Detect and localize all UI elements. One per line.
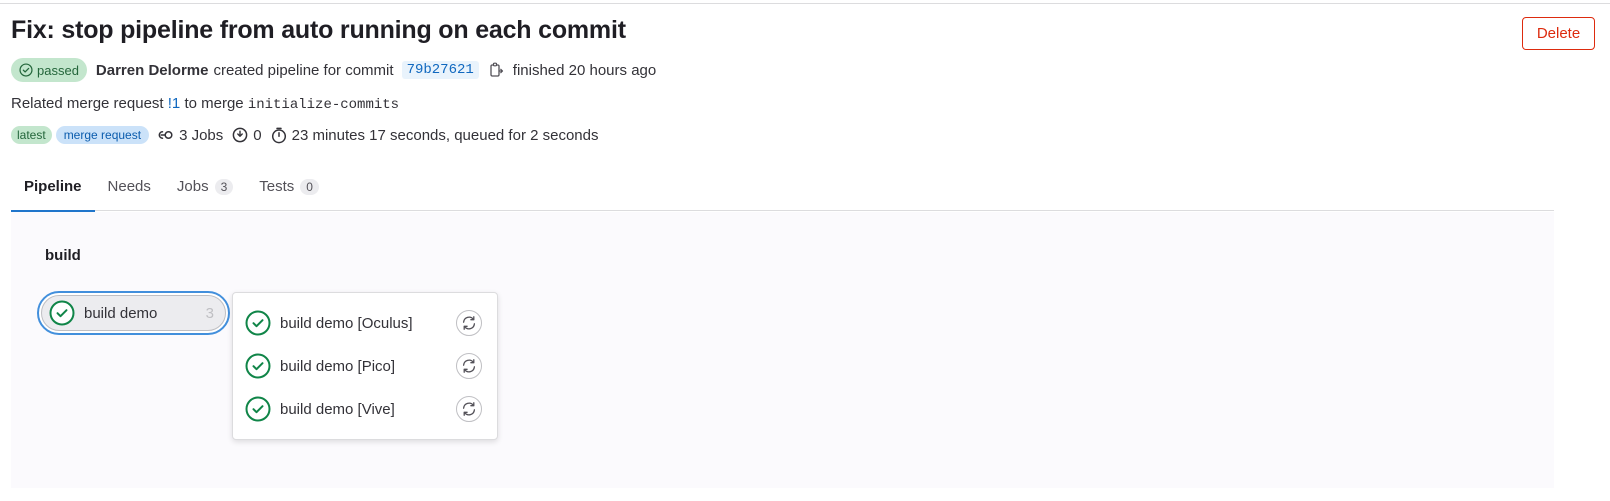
tab-label: Needs [107, 178, 151, 195]
page-title: Fix: stop pipeline from auto running on … [11, 16, 626, 44]
stage-title: build [45, 247, 81, 264]
tab-label: Tests [259, 178, 295, 195]
related-mid-text: to merge [184, 95, 244, 112]
job-group-pill: build demo 3 [41, 295, 226, 331]
job-group-label: build demo [84, 304, 158, 322]
retry-button[interactable] [456, 396, 482, 422]
copy-icon [490, 62, 504, 77]
commit-sha-link[interactable]: 79b27621 [401, 61, 479, 79]
status-badge[interactable]: passed [11, 58, 87, 82]
delete-button[interactable]: Delete [1522, 17, 1595, 50]
related-prefix: Related merge request [11, 95, 164, 112]
retry-button[interactable] [456, 310, 482, 336]
related-merge-request: Related merge request !1 to merge initia… [11, 95, 399, 113]
tab-label: Pipeline [24, 178, 82, 195]
job-group-button[interactable]: build demo 3 [37, 291, 230, 335]
job-name: build demo [Vive] [280, 400, 395, 418]
tab-label: Jobs [176, 178, 209, 195]
job-name: build demo [Oculus] [280, 314, 413, 332]
warnings-count: 0 [232, 126, 262, 144]
status-success-icon [245, 310, 271, 336]
pipeline-info: latest merge request 3 Jobs 0 23 minutes… [11, 124, 607, 146]
retry-icon [462, 402, 476, 416]
pipeline-icon [158, 130, 173, 140]
copy-sha-button[interactable] [487, 60, 507, 80]
retry-icon [462, 316, 476, 330]
tab-needs[interactable]: Needs [95, 162, 164, 211]
action-text: created pipeline for commit [213, 61, 394, 79]
status-success-icon [49, 300, 75, 326]
check-circle-icon [19, 63, 33, 77]
job-item-vive[interactable]: build demo [Vive] [245, 395, 485, 423]
job-name: build demo [Pico] [280, 357, 396, 375]
tab-pipeline[interactable]: Pipeline [11, 162, 95, 212]
pipeline-meta: passed Darren Delorme created pipeline f… [11, 58, 656, 82]
pipeline-tabs: Pipeline Needs Jobs 3 Tests 0 [11, 162, 1554, 212]
merge-request-badge: merge request [55, 126, 150, 144]
duration-text: 23 minutes 17 seconds, queued for 2 seco… [291, 126, 599, 144]
job-item-oculus[interactable]: build demo [Oculus] [245, 309, 485, 337]
finished-text: finished 20 hours ago [512, 61, 657, 79]
status-success-icon [245, 396, 271, 422]
jobs-count-text: 3 Jobs [179, 126, 224, 144]
job-item-pico[interactable]: build demo [Pico] [245, 352, 485, 380]
duration: 23 minutes 17 seconds, queued for 2 seco… [271, 126, 599, 144]
branch-name[interactable]: initialize-commits [248, 97, 399, 113]
warnings-count-text: 0 [253, 126, 262, 144]
top-divider [0, 3, 1610, 4]
merge-request-link[interactable]: !1 [168, 95, 181, 112]
tab-count-badge: 3 [214, 178, 234, 195]
retry-icon [462, 359, 476, 373]
job-group-count: 3 [205, 304, 214, 322]
tab-tests[interactable]: Tests 0 [246, 162, 332, 211]
author-name[interactable]: Darren Delorme [96, 62, 209, 79]
latest-badge: latest [11, 126, 52, 144]
timer-warning-icon [232, 127, 248, 143]
tab-jobs[interactable]: Jobs 3 [164, 162, 246, 211]
tab-count-badge: 0 [300, 178, 319, 195]
pipeline-graph: build build demo 3 build demo [Oculus] b… [11, 212, 1554, 488]
status-success-icon [245, 353, 271, 379]
jobs-count: 3 Jobs [157, 127, 223, 144]
retry-button[interactable] [456, 353, 482, 379]
status-label: passed [37, 62, 79, 78]
job-group-dropdown: build demo [Oculus] build demo [Pico] bu… [232, 292, 498, 440]
clock-icon [271, 127, 286, 143]
